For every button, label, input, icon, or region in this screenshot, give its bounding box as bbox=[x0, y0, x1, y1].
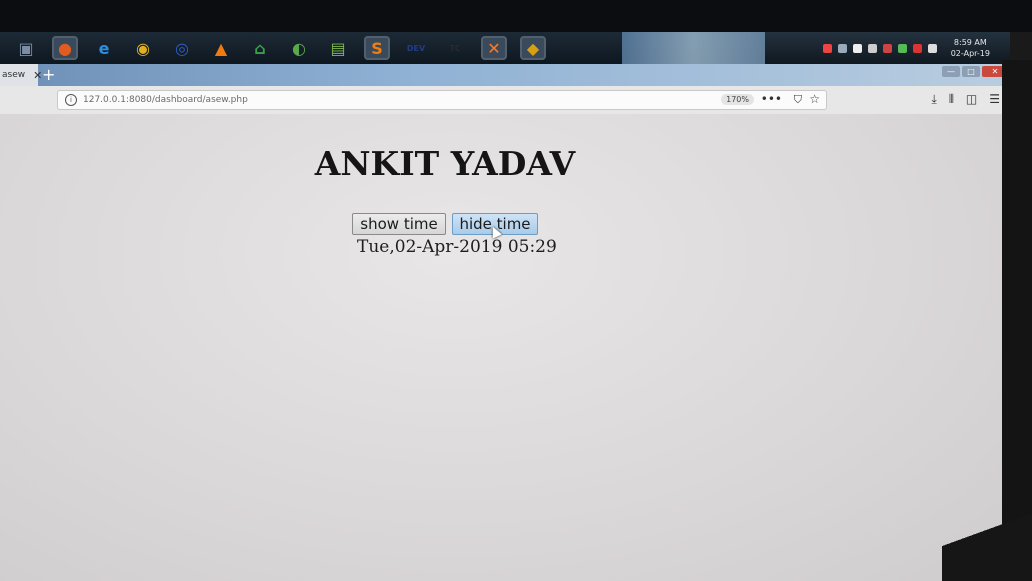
volume-icon[interactable] bbox=[867, 43, 877, 53]
firefox-icon[interactable]: ● bbox=[52, 36, 78, 60]
zoom-indicator[interactable]: 170% bbox=[721, 94, 754, 105]
bookmark-star-icon[interactable]: ☆ bbox=[809, 92, 820, 106]
address-bar[interactable]: i 127.0.0.1:8080/dashboard/asew.php 170%… bbox=[57, 90, 827, 110]
close-tab-icon[interactable]: ✕ bbox=[33, 69, 42, 82]
new-tab-button[interactable]: + bbox=[42, 65, 55, 84]
tray-icon[interactable] bbox=[897, 43, 907, 53]
app-green-icon[interactable]: ◐ bbox=[286, 36, 312, 60]
turbo-c-icon[interactable]: TC bbox=[442, 36, 468, 60]
dev-cpp-icon[interactable]: DEV bbox=[403, 36, 429, 60]
vlc-icon[interactable]: ▲ bbox=[208, 36, 234, 60]
pocket-icon[interactable]: ⛉ bbox=[794, 93, 802, 107]
media-icon[interactable]: ◆ bbox=[520, 36, 546, 60]
taskbar-background bbox=[622, 32, 765, 64]
info-icon[interactable]: i bbox=[65, 94, 77, 106]
page-content: ANKIT YADAV show time hide time Tue,02-A… bbox=[0, 114, 1008, 581]
xampp-icon[interactable]: ✕ bbox=[481, 36, 507, 60]
tray-icon[interactable] bbox=[822, 43, 832, 53]
tray-icon[interactable] bbox=[912, 43, 922, 53]
clock-date: 02-Apr-19 bbox=[950, 49, 990, 58]
window-controls: — □ ✕ bbox=[942, 66, 1008, 77]
tab-title: asew bbox=[2, 70, 26, 80]
maximize-button[interactable]: □ bbox=[962, 66, 980, 77]
sidebar-icon[interactable]: ◫ bbox=[966, 92, 977, 107]
home-icon[interactable]: ⌂ bbox=[247, 36, 273, 60]
clock[interactable]: 8:59 AM 02-Apr-19 bbox=[951, 37, 990, 59]
page-heading: ANKIT YADAV bbox=[314, 144, 576, 183]
show-time-button[interactable]: show time bbox=[352, 213, 446, 235]
sublime-icon[interactable]: S bbox=[364, 36, 390, 60]
minimize-button[interactable]: — bbox=[942, 66, 960, 77]
chrome-icon[interactable]: ◉ bbox=[130, 36, 156, 60]
monitor-bezel-corner bbox=[942, 501, 1032, 581]
monitor-bezel-top bbox=[0, 0, 1032, 32]
clock-time: 8:59 AM bbox=[953, 38, 987, 47]
wifi-icon[interactable]: ◎ bbox=[169, 36, 195, 60]
time-display: Tue,02-Apr-2019 05:29 bbox=[357, 237, 557, 257]
flag-icon[interactable] bbox=[852, 43, 862, 53]
page-actions-icon[interactable]: ••• bbox=[761, 92, 782, 106]
toolbar-right-icons: ⤓ ⫴ ◫ ☰ bbox=[932, 92, 1010, 107]
library-icon[interactable]: ⫴ bbox=[949, 92, 954, 107]
menu-icon[interactable]: ☰ bbox=[989, 92, 1000, 107]
tray-icon[interactable] bbox=[882, 43, 892, 53]
computer-icon[interactable]: ▣ bbox=[13, 36, 39, 60]
tray-icon[interactable] bbox=[837, 43, 847, 53]
notepad-icon[interactable]: ▤ bbox=[325, 36, 351, 60]
network-icon[interactable] bbox=[927, 43, 937, 53]
download-icon[interactable]: ⤓ bbox=[932, 92, 937, 107]
url-text[interactable]: 127.0.0.1:8080/dashboard/asew.php bbox=[83, 95, 248, 105]
system-tray: 8:59 AM 02-Apr-19 bbox=[822, 32, 990, 64]
browser-toolbar: i 127.0.0.1:8080/dashboard/asew.php 170%… bbox=[0, 86, 1010, 114]
browser-tab[interactable]: asew ✕ bbox=[0, 64, 42, 86]
internet-explorer-icon[interactable]: e bbox=[91, 36, 117, 60]
browser-tab-bar: asew ✕ + — □ ✕ bbox=[0, 64, 1010, 86]
taskbar-right-area: 8:59 AM 02-Apr-19 bbox=[765, 32, 1010, 64]
